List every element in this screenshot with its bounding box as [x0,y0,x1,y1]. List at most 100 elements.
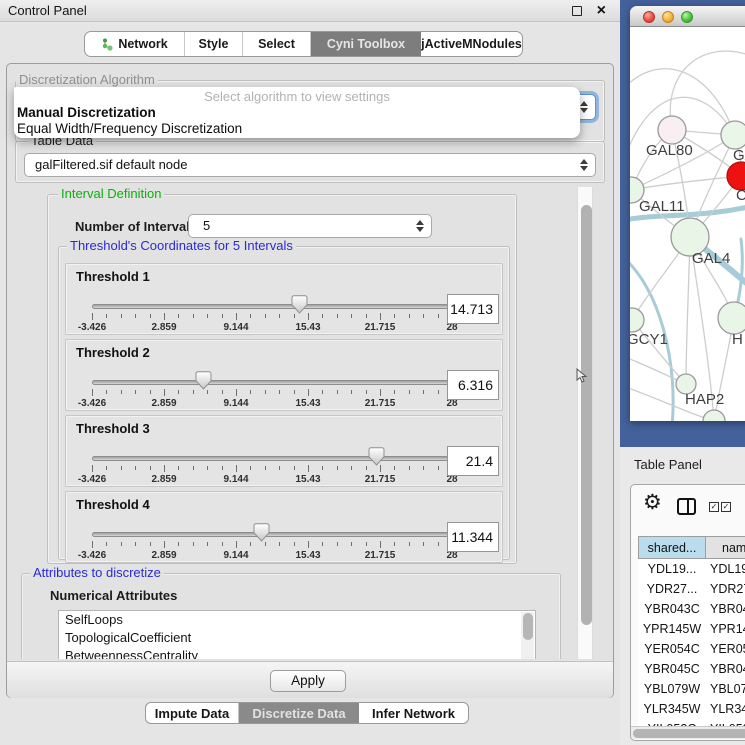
tab-infer-network[interactable]: Infer Network [359,703,468,723]
table-header: shared... name [638,536,745,559]
list-item[interactable]: SelfLoops [59,611,535,629]
slider-tick-label: 9.144 [223,322,248,333]
control-panel-tabs: NetworkStyleSelect Cyni Toolbox jActiveMNo… [84,31,523,57]
apply-button[interactable]: Apply [270,670,346,692]
slider-tick-label: 2.859 [151,398,176,409]
threshold-slider-thumb[interactable] [291,295,308,314]
slider-tick [279,314,280,318]
split-columns-icon[interactable] [677,498,696,515]
table-data-combobox[interactable]: galFiltered.sif default node [24,153,596,177]
table-row[interactable]: YLR345WYLR345W [638,699,745,719]
slider-tick-label: 21.715 [365,398,396,409]
float-window-icon[interactable] [572,6,582,16]
cell-shared-name: YDL19... [638,559,706,579]
threshold-value-field[interactable]: 21.4 [447,446,499,476]
table-row[interactable]: YDL19...YDL19 [638,559,745,579]
list-item[interactable]: TopologicalCoefficient [59,629,535,647]
network-node-gal80[interactable] [658,116,686,144]
control-panel-title: Control Panel [8,3,87,18]
slider-tick [250,466,251,470]
numerical-attributes-label: Numerical Attributes [50,588,177,603]
network-node-h[interactable] [718,302,745,334]
close-traffic-light-icon[interactable] [643,11,655,23]
slider-tick [279,466,280,470]
combobox-stepper-icon [580,101,588,113]
slider-tick [164,313,165,320]
column-header-shared-name[interactable]: shared... [638,536,706,559]
slider-tick [294,466,295,470]
node-label: GAL4 [692,250,730,267]
tab-style[interactable]: Style [185,32,243,56]
algorithm-option-manual[interactable]: Manual Discretization [17,105,156,120]
minimize-traffic-light-icon[interactable] [662,11,674,23]
table-horizontal-scrollbar[interactable] [631,726,745,739]
slider-tick [222,466,223,470]
settings-vertical-scrollbar[interactable] [577,187,593,659]
table-row[interactable]: YDR27...YDR27 [638,579,745,599]
tab-cyni-toolbox[interactable]: Cyni Toolbox [311,32,421,56]
threshold-slider-thumb[interactable] [253,523,270,542]
threshold-slider-track[interactable] [92,456,452,461]
table-row[interactable]: YER054CYER054C [638,639,745,659]
table-panel-area: Table Panel ⚙ ✓ ✓ shared... name YDL19..… [620,447,745,745]
network-node[interactable] [703,410,725,421]
slider-tick [207,314,208,318]
number-of-intervals-combobox[interactable]: 5 [188,214,432,238]
threshold-slider-track[interactable] [92,304,452,309]
slider-tick [106,390,107,394]
cell-name: YBR045C [706,659,745,679]
network-canvas[interactable]: GAL80GACGAL11GAL4GCY1HHAP2 [630,27,745,421]
slider-tick [164,465,165,472]
tab-discretize-data[interactable]: Discretize Data [239,703,359,723]
cell-shared-name: YBR043C [638,599,706,619]
list-scrollbar[interactable] [521,612,534,659]
table-row[interactable]: YBR045CYBR045C [638,659,745,679]
scrollbar-thumb[interactable] [581,205,592,625]
tab-impute-data[interactable]: Impute Data [146,703,239,723]
attributes-group: Attributes to discretize Numerical Attri… [21,573,561,659]
slider-tick [207,542,208,546]
gear-icon[interactable]: ⚙ [643,490,662,515]
threshold-value-field[interactable]: 6.316 [447,370,499,400]
slider-tick [322,314,323,318]
list-item[interactable]: BetweennessCentrality [59,647,535,659]
slider-tick-label: 9.144 [223,550,248,561]
table-row[interactable]: YIL052CYIL052C [638,719,745,726]
threshold-slider-thumb[interactable] [195,371,212,390]
numerical-attributes-list[interactable]: SelfLoopsTopologicalCoefficientBetweenne… [58,610,536,659]
slider-tick [438,314,439,318]
column-header-name[interactable]: name [706,536,745,559]
network-node-gcy1[interactable] [630,308,644,332]
threshold-slider-thumb[interactable] [368,447,385,466]
tab-select[interactable]: Select [243,32,311,56]
combobox-stepper-icon [580,159,588,171]
slider-tick [207,390,208,394]
algorithm-placeholder-item[interactable]: Select algorithm to view settings [14,89,580,104]
close-icon[interactable]: × [597,0,606,22]
slider-tick [294,314,295,318]
threshold-value-field[interactable]: 11.344 [447,522,499,552]
slider-tick [279,390,280,394]
table-row[interactable]: YPR145WYPR145W [638,619,745,639]
table-row[interactable]: YBR043CYBR043C [638,599,745,619]
slider-tick [308,541,309,548]
slider-tick [351,466,352,470]
threshold-slider-track[interactable] [92,532,452,537]
table-row[interactable]: YBL079WYBL079W [638,679,745,699]
checkbox-icon[interactable]: ✓ [721,502,731,512]
tab-label: Cyni Toolbox [327,37,405,51]
checkbox-icon[interactable]: ✓ [709,502,719,512]
threshold-value-field[interactable]: 14.713 [447,294,499,324]
algorithm-option-equal-width[interactable]: Equal Width/Frequency Discretization [17,121,242,136]
threshold-slider-track[interactable] [92,380,452,385]
network-node-ga[interactable] [721,121,745,149]
control-panel-titlebar: Control Panel × [0,0,620,22]
tab-jactivemnodules[interactable]: jActiveMNodules [421,32,522,56]
tab-network[interactable]: Network [85,32,185,56]
scrollbar-thumb[interactable] [523,613,533,640]
scrollbar-thumb[interactable] [633,729,745,738]
slider-tick [121,390,122,394]
zoom-traffic-light-icon[interactable] [681,11,693,23]
slider-tick [308,465,309,472]
combobox-stepper-icon [416,220,424,232]
